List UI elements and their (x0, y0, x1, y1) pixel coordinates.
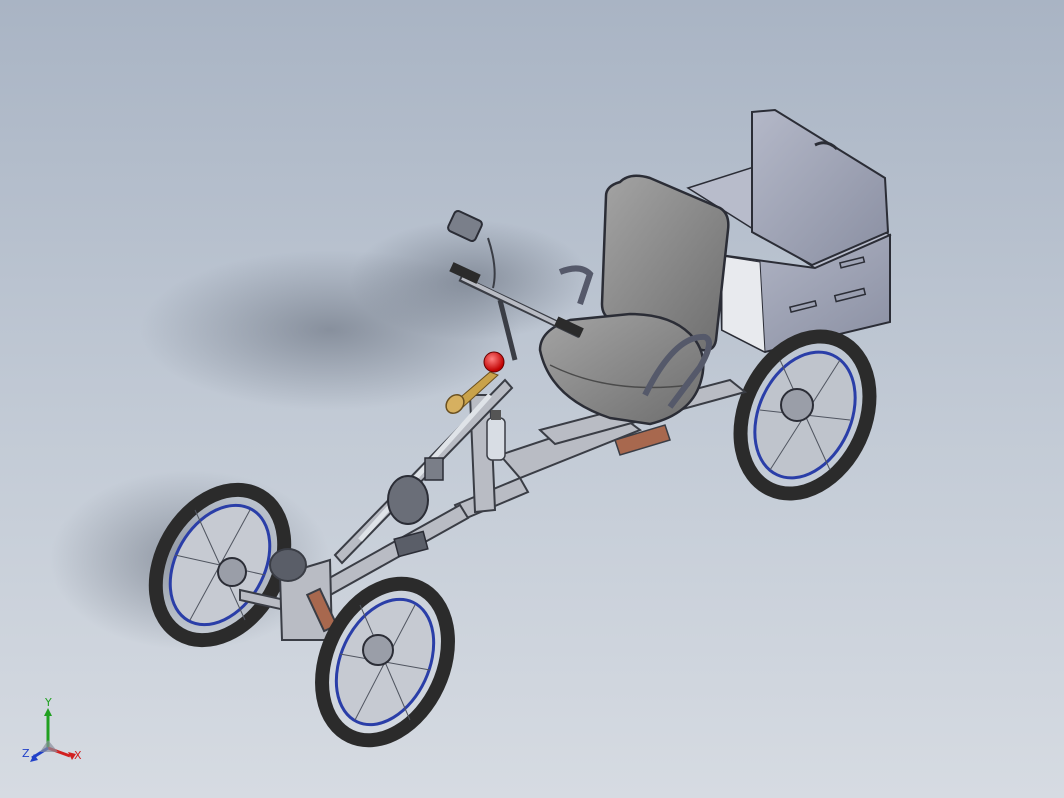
rear-right-wheel[interactable] (716, 315, 894, 514)
main-frame[interactable] (288, 378, 748, 615)
triad-y-label: Y (45, 696, 52, 709)
cad-viewport[interactable]: Y X Z (0, 0, 1064, 798)
quadricycle-model[interactable] (0, 0, 1064, 798)
triad-x-label: X (74, 749, 82, 762)
triad-z-label: Z (22, 747, 30, 760)
coordinate-triad: Y X Z (18, 696, 88, 770)
